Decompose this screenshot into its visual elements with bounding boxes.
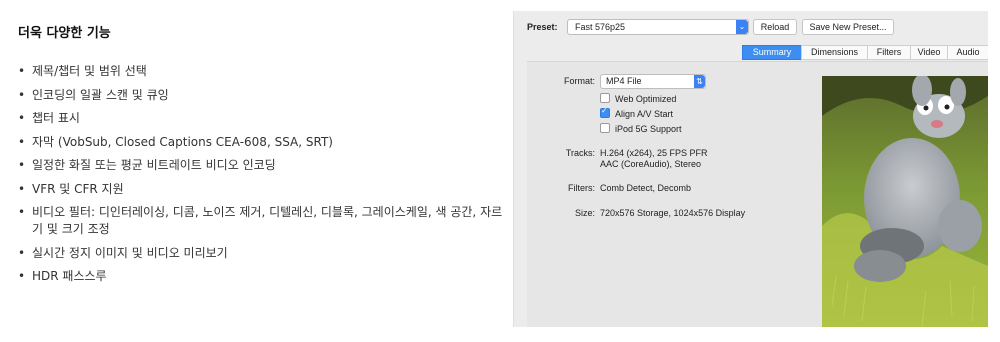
chevron-updown-icon: ⇅	[694, 75, 705, 88]
format-value: MP4 File	[606, 76, 642, 86]
list-item: • 자막 (VobSub, Closed Captions CEA-608, SS…	[18, 134, 508, 151]
bullet: •	[18, 205, 26, 219]
chevron-down-icon: ⌄	[736, 20, 748, 34]
checkbox-label: iPod 5G Support	[615, 124, 682, 134]
checkbox-box	[600, 123, 610, 133]
size-label: Size:	[574, 208, 595, 218]
filters-value: Comb Detect, Decomb	[600, 183, 692, 193]
preview-image	[822, 76, 988, 327]
preset-label: Preset:	[527, 22, 558, 32]
app-screenshot: Preset: Fast 576p25 ⌄ Reload Save New Pr…	[513, 11, 988, 327]
list-item-text: HDR 패스스루	[32, 269, 107, 283]
tracks-line-2: AAC (CoreAudio), Stereo	[600, 159, 702, 169]
tab-filters[interactable]: Filters	[867, 45, 911, 60]
tab-summary[interactable]: Summary	[742, 45, 802, 60]
summary-panel: Format: MP4 File ⇅ Web Optimized Align A…	[527, 61, 988, 327]
list-item: • HDR 패스스루	[18, 268, 508, 285]
list-item: • 제목/챕터 및 범위 선택	[18, 63, 508, 80]
ipod-checkbox[interactable]: iPod 5G Support	[600, 123, 682, 134]
checkbox-box	[600, 93, 610, 103]
web-optimized-checkbox[interactable]: Web Optimized	[600, 93, 676, 104]
checkbox-box-checked	[600, 106, 610, 118]
bullet: •	[18, 111, 26, 125]
list-item-text: 제목/챕터 및 범위 선택	[32, 64, 147, 78]
tab-video[interactable]: Video	[910, 45, 948, 60]
video-preview	[822, 76, 988, 327]
format-select[interactable]: MP4 File ⇅	[600, 74, 706, 89]
list-item: • 실시간 정지 이미지 및 비디오 미리보기	[18, 245, 508, 262]
feature-section: 더욱 다양한 기능 • 제목/챕터 및 범위 선택 • 인코딩의 일괄 스캔 및 큐…	[18, 22, 508, 292]
list-item-text: 인코딩의 일괄 스캔 및 큐잉	[32, 87, 169, 102]
bullet: •	[18, 87, 26, 102]
preset-value: Fast 576p25	[575, 22, 626, 32]
list-item: • 인코딩의 일괄 스캔 및 큐잉	[18, 87, 508, 104]
bullet: •	[18, 269, 26, 283]
feature-list: • 제목/챕터 및 범위 선택 • 인코딩의 일괄 스캔 및 큐잉 • 챕터 표시 •…	[18, 63, 508, 285]
list-item-text: 챕터 표시	[32, 111, 80, 125]
bullet: •	[18, 64, 26, 78]
reload-button[interactable]: Reload	[753, 19, 797, 35]
list-item: • 챕터 표시	[18, 110, 508, 127]
save-preset-button[interactable]: Save New Preset...	[802, 19, 894, 35]
bullet: •	[18, 245, 26, 260]
list-item-text: VFR 및 CFR 지원	[32, 181, 124, 196]
tracks-label: Tracks:	[565, 148, 595, 158]
list-item-text: 일정한 화질 또는 평균 비트레이트 비디오 인코딩	[32, 158, 276, 172]
bullet: •	[18, 181, 26, 196]
tab-dimensions[interactable]: Dimensions	[801, 45, 868, 60]
tracks-line-1: H.264 (x264), 25 FPS PFR	[600, 148, 708, 158]
filters-label: Filters:	[568, 183, 595, 193]
align-av-checkbox[interactable]: Align A/V Start	[600, 106, 674, 119]
list-item: • 일정한 화질 또는 평균 비트레이트 비디오 인코딩	[18, 157, 508, 174]
size-value: 720x576 Storage, 1024x576 Display	[600, 208, 746, 218]
list-item: • VFR 및 CFR 지원	[18, 181, 508, 198]
checkbox-label: Align A/V Start	[615, 109, 674, 119]
tab-audio[interactable]: Audio	[947, 45, 988, 60]
bullet: •	[18, 158, 26, 172]
preset-select[interactable]: Fast 576p25 ⌄	[567, 19, 749, 35]
list-item-text: 자막 (VobSub, Closed Captions CEA-608, SSA…	[32, 134, 333, 149]
section-title: 더욱 다양한 기능	[18, 26, 111, 41]
list-item: • 비디오 필터: 디인터레이싱, 디콤, 노이즈 제거, 디텔레신, 디블록, …	[18, 204, 508, 238]
checkbox-label: Web Optimized	[615, 94, 677, 104]
format-label: Format:	[563, 76, 595, 86]
list-item-text: 실시간 정지 이미지 및 비디오 미리보기	[32, 245, 228, 260]
bullet: •	[18, 134, 26, 149]
list-item-text: 비디오 필터: 디인터레이싱, 디콤, 노이즈 제거, 디텔레신, 디블록, 그…	[32, 205, 503, 236]
